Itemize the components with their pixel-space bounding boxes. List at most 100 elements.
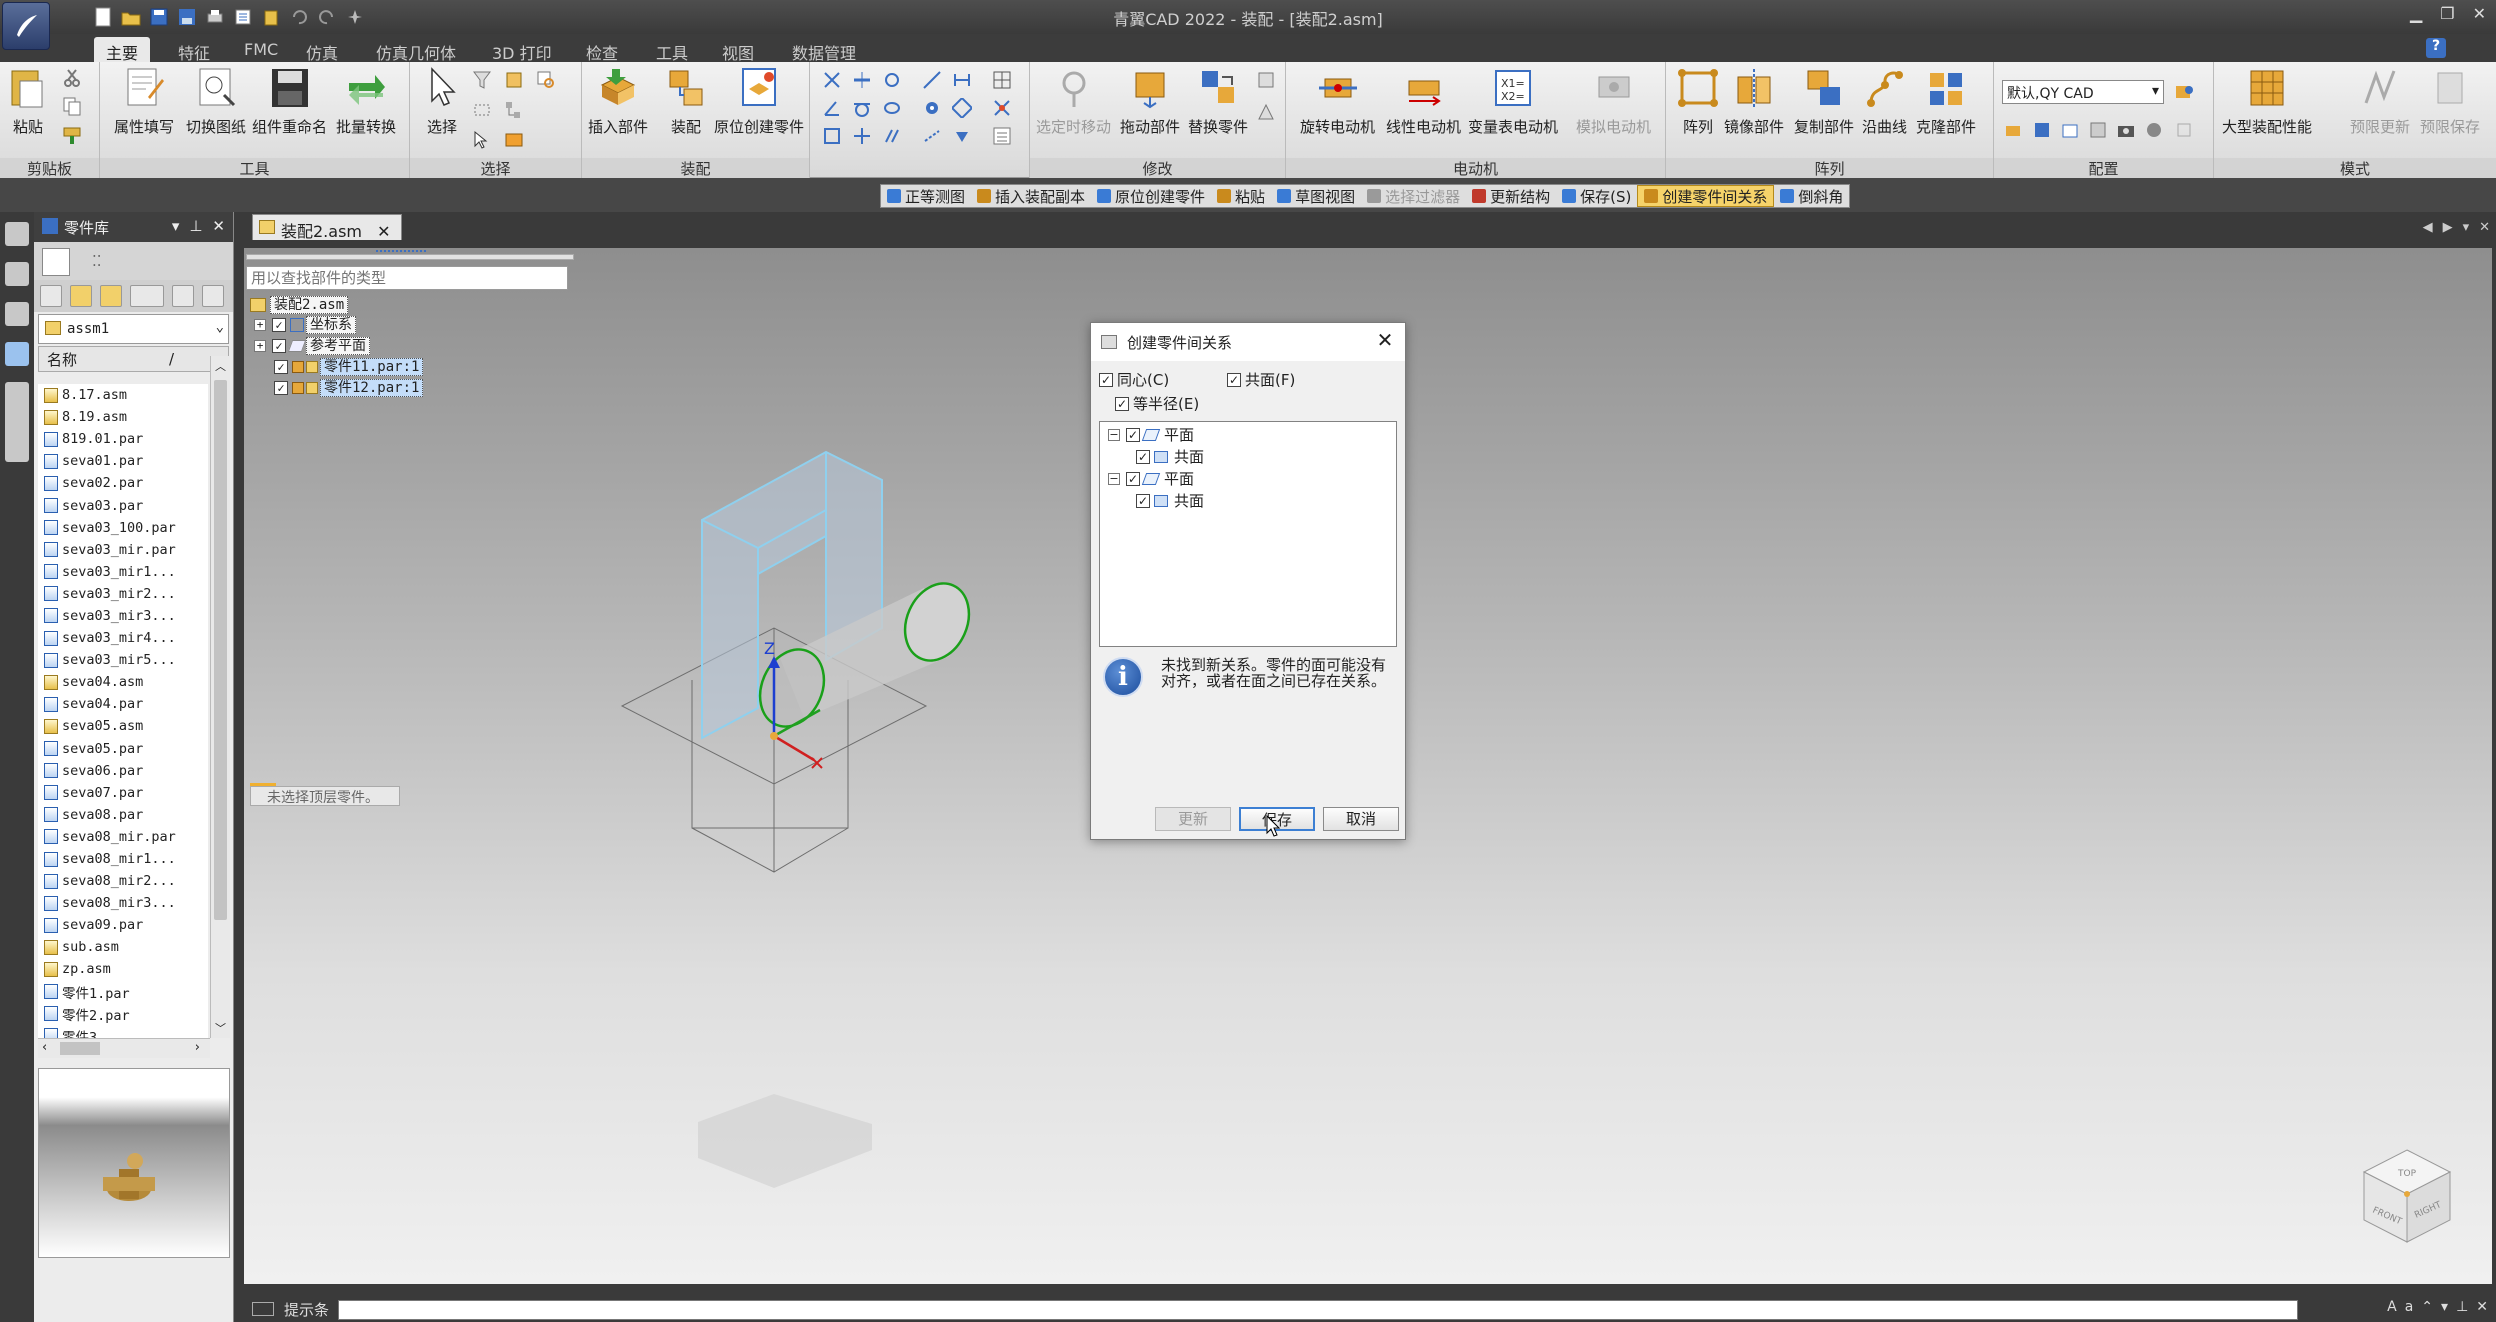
pattern-button[interactable]: 阵列: [1676, 66, 1720, 137]
tab-data-management[interactable]: 数据管理: [780, 37, 868, 63]
insert-rel-icon[interactable]: [922, 70, 942, 90]
tab-features[interactable]: 特征: [166, 37, 222, 63]
prev-doc-icon[interactable]: ◀: [2423, 220, 2433, 235]
command-9[interactable]: 倒斜角: [1774, 185, 1849, 207]
checkbox-box[interactable]: ✓: [1227, 372, 1241, 387]
tab-inspect[interactable]: 检查: [574, 37, 630, 63]
tab-simulation[interactable]: 仿真: [294, 37, 350, 63]
checkbox-box[interactable]: ✓: [1126, 427, 1140, 442]
prop-fill-button[interactable]: 属性填写: [114, 66, 174, 137]
config-2-icon[interactable]: [2032, 120, 2052, 140]
command-0[interactable]: 正等测图: [881, 185, 971, 207]
config-4-icon[interactable]: [2088, 120, 2108, 140]
layers-icon[interactable]: [5, 262, 29, 286]
close-icon[interactable]: ✕: [2476, 1299, 2488, 1315]
checkbox-box[interactable]: ✓: [1136, 493, 1150, 508]
doc-menu-icon[interactable]: ▾: [2463, 220, 2470, 235]
tab-tree-view-icon[interactable]: ⁚⁚: [92, 252, 102, 270]
list-item[interactable]: seva01.par: [38, 450, 208, 472]
list-item[interactable]: zp.asm: [38, 958, 208, 980]
list-item[interactable]: seva03_mir3...: [38, 605, 208, 627]
list-item[interactable]: sub.asm: [38, 936, 208, 958]
pin-icon[interactable]: ⊥: [2456, 1299, 2468, 1315]
horizontal-scrollbar[interactable]: ‹ ›: [38, 1038, 210, 1058]
list-item[interactable]: seva03_mir5...: [38, 649, 208, 671]
close-icon[interactable]: ✕: [1373, 329, 1397, 353]
switch-drawing-button[interactable]: 切换图纸: [186, 66, 246, 137]
document-tab[interactable]: 装配2.asm ✕: [252, 214, 402, 241]
vertical-scrollbar[interactable]: ︿ ﹀: [210, 356, 230, 1038]
list-item[interactable]: 819.01.par: [38, 428, 208, 450]
select-find-icon[interactable]: [536, 70, 556, 90]
format-painter-icon[interactable]: [62, 124, 82, 144]
list-item[interactable]: 8.17.asm: [38, 384, 208, 406]
select-color-icon[interactable]: [504, 130, 524, 150]
tab-tools[interactable]: 工具: [644, 37, 700, 63]
collapse-icon[interactable]: −: [1108, 428, 1120, 441]
simulate-motor-button[interactable]: 模拟电动机: [1576, 66, 1651, 137]
parallel-icon[interactable]: [882, 126, 902, 146]
search-icon[interactable]: [202, 285, 224, 307]
modify-small-2-icon[interactable]: [1256, 102, 1276, 122]
offset-icon[interactable]: [922, 126, 942, 146]
folder-up-icon[interactable]: [70, 285, 92, 307]
select-cursor-box-icon[interactable]: [472, 130, 492, 150]
close-tab-icon[interactable]: ✕: [377, 222, 390, 241]
list-item[interactable]: 8.19.asm: [38, 406, 208, 428]
pin-dropdown-icon[interactable]: ▾: [172, 217, 180, 235]
checkbox-box[interactable]: ✓: [1099, 372, 1113, 387]
dropdown-icon[interactable]: ▾: [2441, 1299, 2448, 1315]
list-column-header[interactable]: 名称 /: [38, 346, 229, 372]
prompt-field[interactable]: [338, 1300, 2298, 1320]
pin-icon[interactable]: ⊥: [189, 217, 202, 235]
list-item[interactable]: seva03.par: [38, 494, 208, 516]
scroll-down-icon[interactable]: ﹀: [215, 1020, 226, 1036]
next-doc-icon[interactable]: ▶: [2443, 220, 2453, 235]
angle-icon[interactable]: [822, 98, 842, 118]
clone-part-button[interactable]: 克隆部件: [1916, 66, 1976, 137]
tangent-icon[interactable]: [852, 98, 872, 118]
config-select[interactable]: 默认,QY CAD ▾: [2002, 80, 2164, 104]
list-item[interactable]: seva09.par: [38, 914, 208, 936]
mirror-part-button[interactable]: 镜像部件: [1724, 66, 1784, 137]
tree-item-plane-1[interactable]: − ✓ 平面: [1108, 424, 1194, 445]
config-1-icon[interactable]: [2004, 120, 2024, 140]
mate-icon[interactable]: [822, 70, 842, 90]
tab-main[interactable]: 主要: [94, 37, 151, 63]
replace-part-button[interactable]: 替换零件: [1188, 66, 1248, 137]
connect-icon[interactable]: [952, 70, 972, 90]
wrench-icon[interactable]: [5, 222, 29, 246]
list-item[interactable]: seva03_mir4...: [38, 627, 208, 649]
list-item[interactable]: seva04.par: [38, 693, 208, 715]
font-size-icon[interactable]: A: [2387, 1299, 2397, 1315]
command-1[interactable]: 插入装配副本: [971, 185, 1091, 207]
rename-button[interactable]: 组件重命名: [252, 66, 327, 137]
create-in-place-button[interactable]: 原位创建零件: [714, 66, 804, 137]
close-icon[interactable]: ✕: [2473, 4, 2486, 23]
command-8[interactable]: 创建零件间关系: [1637, 185, 1775, 207]
list-item[interactable]: seva08_mir3...: [38, 892, 208, 914]
checkbox-box[interactable]: ✓: [1126, 471, 1140, 486]
table-motor-button[interactable]: X1= X2= 变量表电动机: [1468, 66, 1558, 137]
coplanar-checkbox[interactable]: ✓ 共面(F): [1227, 369, 1295, 390]
rotary-motor-button[interactable]: 旋转电动机: [1300, 66, 1375, 137]
library-tab-icon[interactable]: [5, 382, 29, 462]
config-7-icon[interactable]: [2174, 120, 2194, 140]
list-item[interactable]: seva08_mir1...: [38, 848, 208, 870]
flip-icon[interactable]: [952, 126, 972, 146]
axial-align-icon[interactable]: [882, 70, 902, 90]
command-3[interactable]: 粘贴: [1211, 185, 1271, 207]
grid-icon[interactable]: [992, 70, 1012, 90]
modify-small-1-icon[interactable]: [1256, 70, 1276, 90]
folder-select[interactable]: assm1 ⌄: [38, 314, 229, 344]
view-cube[interactable]: TOP FRONT RIGHT: [2358, 1146, 2456, 1246]
update-button[interactable]: 更新: [1155, 807, 1231, 831]
list-item[interactable]: seva05.par: [38, 738, 208, 760]
font-smaller-icon[interactable]: a: [2405, 1299, 2414, 1315]
gear-icon[interactable]: [922, 98, 942, 118]
tree-item-plane-2[interactable]: − ✓ 平面: [1108, 468, 1194, 489]
large-asm-button[interactable]: 大型装配性能: [2222, 66, 2312, 137]
preview-update-button[interactable]: 预限更新: [2350, 66, 2410, 137]
scroll-left-icon[interactable]: ‹: [42, 1040, 47, 1055]
cube-top-label[interactable]: TOP: [2397, 1169, 2417, 1179]
